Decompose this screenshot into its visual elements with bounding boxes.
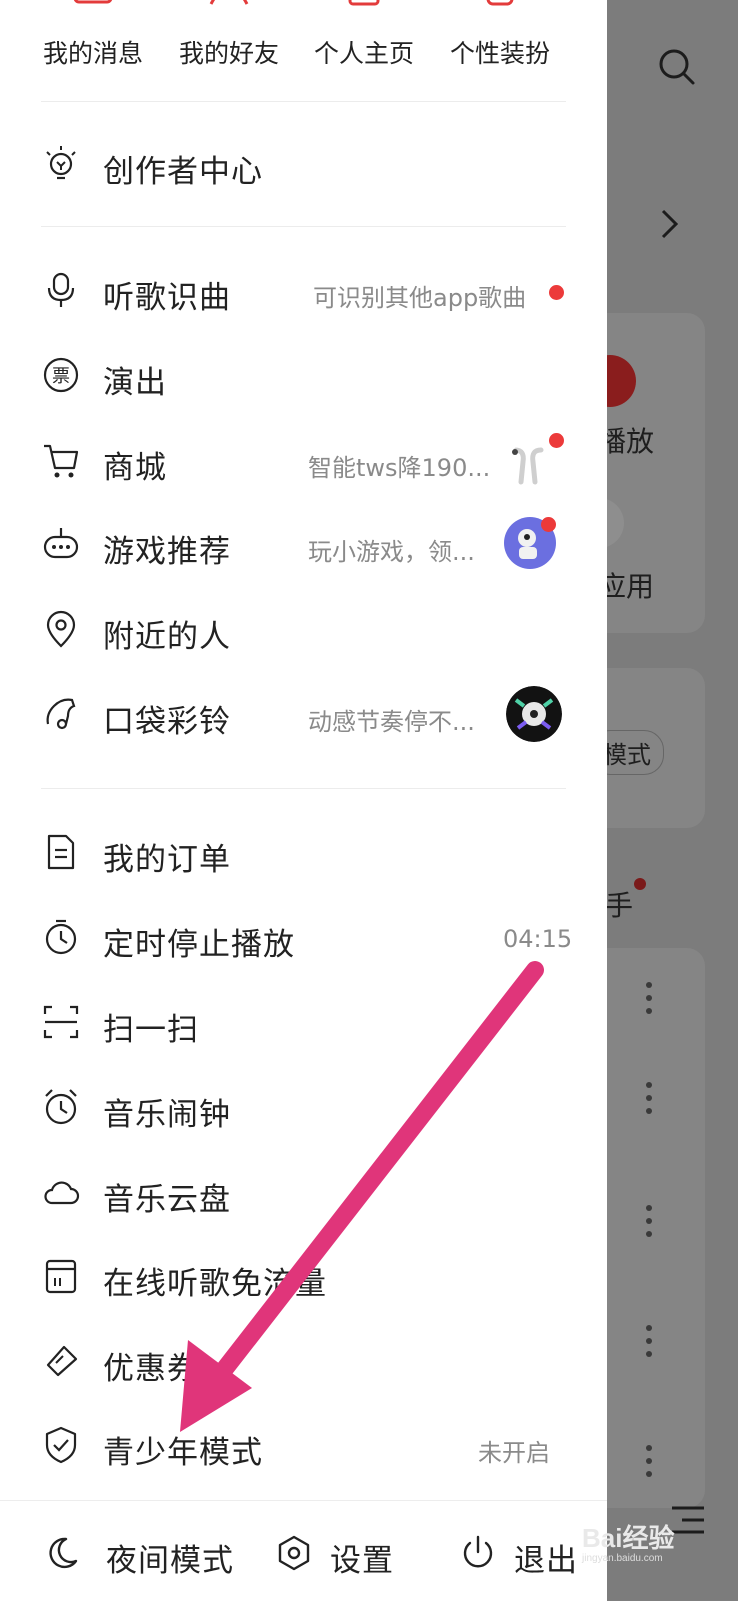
lightbulb-icon bbox=[46, 146, 76, 180]
menu-item-song-recognition[interactable]: 听歌识曲 可识别其他app歌曲 bbox=[0, 250, 607, 334]
menu-item-label: 定时停止播放 bbox=[103, 927, 295, 963]
settings-hexagon-icon bbox=[278, 1535, 310, 1571]
quick-label: 个人主页 bbox=[313, 39, 414, 68]
order-document-icon bbox=[47, 834, 75, 870]
night-mode-button[interactable]: 夜间模式 bbox=[40, 1501, 250, 1601]
profile-page-icon bbox=[348, 0, 380, 6]
menu-item-subtitle: 玩小游戏，领... bbox=[308, 538, 475, 566]
power-icon bbox=[463, 1535, 493, 1568]
chevron-right-icon bbox=[661, 209, 679, 239]
menu-item-creator-center[interactable]: 创作者中心 bbox=[0, 124, 607, 208]
shield-check-icon bbox=[45, 1426, 77, 1464]
location-pin-icon bbox=[46, 610, 76, 648]
moon-icon bbox=[49, 1537, 78, 1569]
divider bbox=[41, 101, 566, 102]
menu-item-music-cloud[interactable]: 音乐云盘 bbox=[0, 1152, 607, 1236]
background-hand-label: 手 bbox=[605, 889, 634, 922]
quick-profile-page[interactable]: 个人主页 bbox=[294, 0, 434, 100]
menu-item-coupons[interactable]: 优惠券 bbox=[0, 1321, 607, 1405]
menu-item-subtitle: 动感节奏停不... bbox=[308, 708, 475, 736]
cloud-icon bbox=[44, 1181, 80, 1205]
quick-actions-row: 我的消息 我的好友 个人主页 个性装扮 bbox=[0, 0, 607, 100]
quick-label: 我的消息 bbox=[42, 39, 143, 68]
notification-dot bbox=[549, 285, 564, 300]
side-drawer: 我的消息 我的好友 个人主页 个性装扮 创作者中心 听歌识曲 可识别其他app歌… bbox=[0, 0, 607, 1601]
sleep-timer-value: 04:15 bbox=[503, 925, 573, 953]
watermark-brand: Bai bbox=[582, 1523, 623, 1553]
menu-item-label: 我的订单 bbox=[103, 842, 231, 878]
menu-item-my-orders[interactable]: 我的订单 bbox=[0, 812, 607, 896]
more-icon[interactable] bbox=[646, 1082, 652, 1121]
menu-item-nearby-people[interactable]: 附近的人 bbox=[0, 589, 607, 673]
notification-dot bbox=[541, 517, 556, 532]
menu-item-label: 游戏推荐 bbox=[103, 534, 231, 570]
menu-item-label: 优惠券 bbox=[103, 1351, 199, 1387]
menu-item-label: 附近的人 bbox=[103, 619, 231, 655]
search-icon bbox=[659, 49, 695, 85]
settings-button[interactable]: 设置 bbox=[272, 1501, 422, 1601]
logout-button[interactable]: 退出 bbox=[458, 1501, 598, 1601]
more-icon[interactable] bbox=[646, 1205, 652, 1244]
menu-item-label: 创作者中心 bbox=[103, 154, 263, 190]
menu-item-game-recommend[interactable]: 游戏推荐 玩小游戏，领... bbox=[0, 504, 607, 588]
timer-icon bbox=[45, 919, 77, 955]
notification-dot bbox=[549, 433, 564, 448]
settings-label: 设置 bbox=[330, 1543, 394, 1579]
divider bbox=[41, 226, 566, 227]
quick-my-messages[interactable]: 我的消息 bbox=[23, 0, 163, 100]
ringtone-icon bbox=[46, 698, 76, 730]
divider bbox=[41, 788, 566, 789]
drawer-bottom-bar: 夜间模式 设置 退出 bbox=[0, 1500, 607, 1601]
alarm-clock-icon bbox=[45, 1089, 77, 1125]
menu-item-sleep-timer[interactable]: 定时停止播放 04:15 bbox=[0, 897, 607, 981]
baidu-watermark: Bai经验 jingyan.baidu.com bbox=[582, 1518, 674, 1564]
more-icon[interactable] bbox=[646, 982, 652, 1021]
quick-label: 我的好友 bbox=[178, 39, 279, 68]
watermark-url: jingyan.baidu.com bbox=[582, 1553, 663, 1564]
menu-item-label: 音乐闹钟 bbox=[103, 1097, 231, 1133]
night-mode-label: 夜间模式 bbox=[106, 1543, 234, 1579]
menu-item-scan[interactable]: 扫一扫 bbox=[0, 982, 607, 1066]
more-icon[interactable] bbox=[646, 1325, 652, 1364]
menu-item-label: 听歌识曲 bbox=[103, 280, 231, 316]
menu-item-label: 音乐云盘 bbox=[103, 1182, 231, 1218]
ticket-icon: 票 bbox=[43, 357, 79, 393]
menu-item-subtitle: 可识别其他app歌曲 bbox=[313, 284, 527, 312]
menu-item-performances[interactable]: 票 演出 bbox=[0, 335, 607, 419]
more-icon[interactable] bbox=[646, 1445, 652, 1484]
friends-icon bbox=[209, 0, 249, 5]
watermark-brand2: 经验 bbox=[622, 1523, 675, 1553]
teen-mode-status: 未开启 bbox=[478, 1439, 550, 1467]
mic-recognize-icon bbox=[47, 272, 75, 307]
menu-item-label: 扫一扫 bbox=[103, 1012, 199, 1048]
quick-my-friends[interactable]: 我的好友 bbox=[159, 0, 299, 100]
menu-item-label: 青少年模式 bbox=[103, 1435, 263, 1471]
menu-item-music-alarm[interactable]: 音乐闹钟 bbox=[0, 1067, 607, 1151]
quick-label: 个性装扮 bbox=[449, 39, 550, 68]
menu-item-label: 口袋彩铃 bbox=[103, 704, 231, 740]
logout-label: 退出 bbox=[514, 1543, 578, 1579]
cart-icon bbox=[44, 444, 79, 478]
sim-card-icon bbox=[45, 1259, 77, 1294]
ringtone-cover-thumbnail bbox=[506, 686, 562, 742]
menu-item-label: 在线听歌免流量 bbox=[103, 1266, 327, 1302]
menu-item-pocket-ringtone[interactable]: 口袋彩铃 动感节奏停不... bbox=[0, 674, 607, 758]
coupon-icon bbox=[46, 1345, 78, 1377]
menu-item-label: 商城 bbox=[103, 450, 167, 486]
mail-icon bbox=[73, 0, 113, 4]
quick-dress-up[interactable]: 个性装扮 bbox=[430, 0, 570, 100]
dress-up-icon bbox=[486, 0, 514, 6]
notification-dot bbox=[634, 878, 646, 890]
earbuds-thumbnail bbox=[512, 447, 544, 485]
menu-item-free-data[interactable]: 在线听歌免流量 bbox=[0, 1236, 607, 1320]
menu-item-label: 演出 bbox=[103, 365, 167, 401]
svg-text:票: 票 bbox=[52, 366, 70, 387]
menu-item-mall[interactable]: 商城 智能tws降190... bbox=[0, 420, 607, 504]
scan-icon bbox=[43, 1005, 79, 1039]
menu-item-teen-mode[interactable]: 青少年模式 未开启 bbox=[0, 1405, 607, 1489]
menu-item-subtitle: 智能tws降190... bbox=[308, 454, 491, 482]
gamepad-icon bbox=[43, 528, 79, 559]
